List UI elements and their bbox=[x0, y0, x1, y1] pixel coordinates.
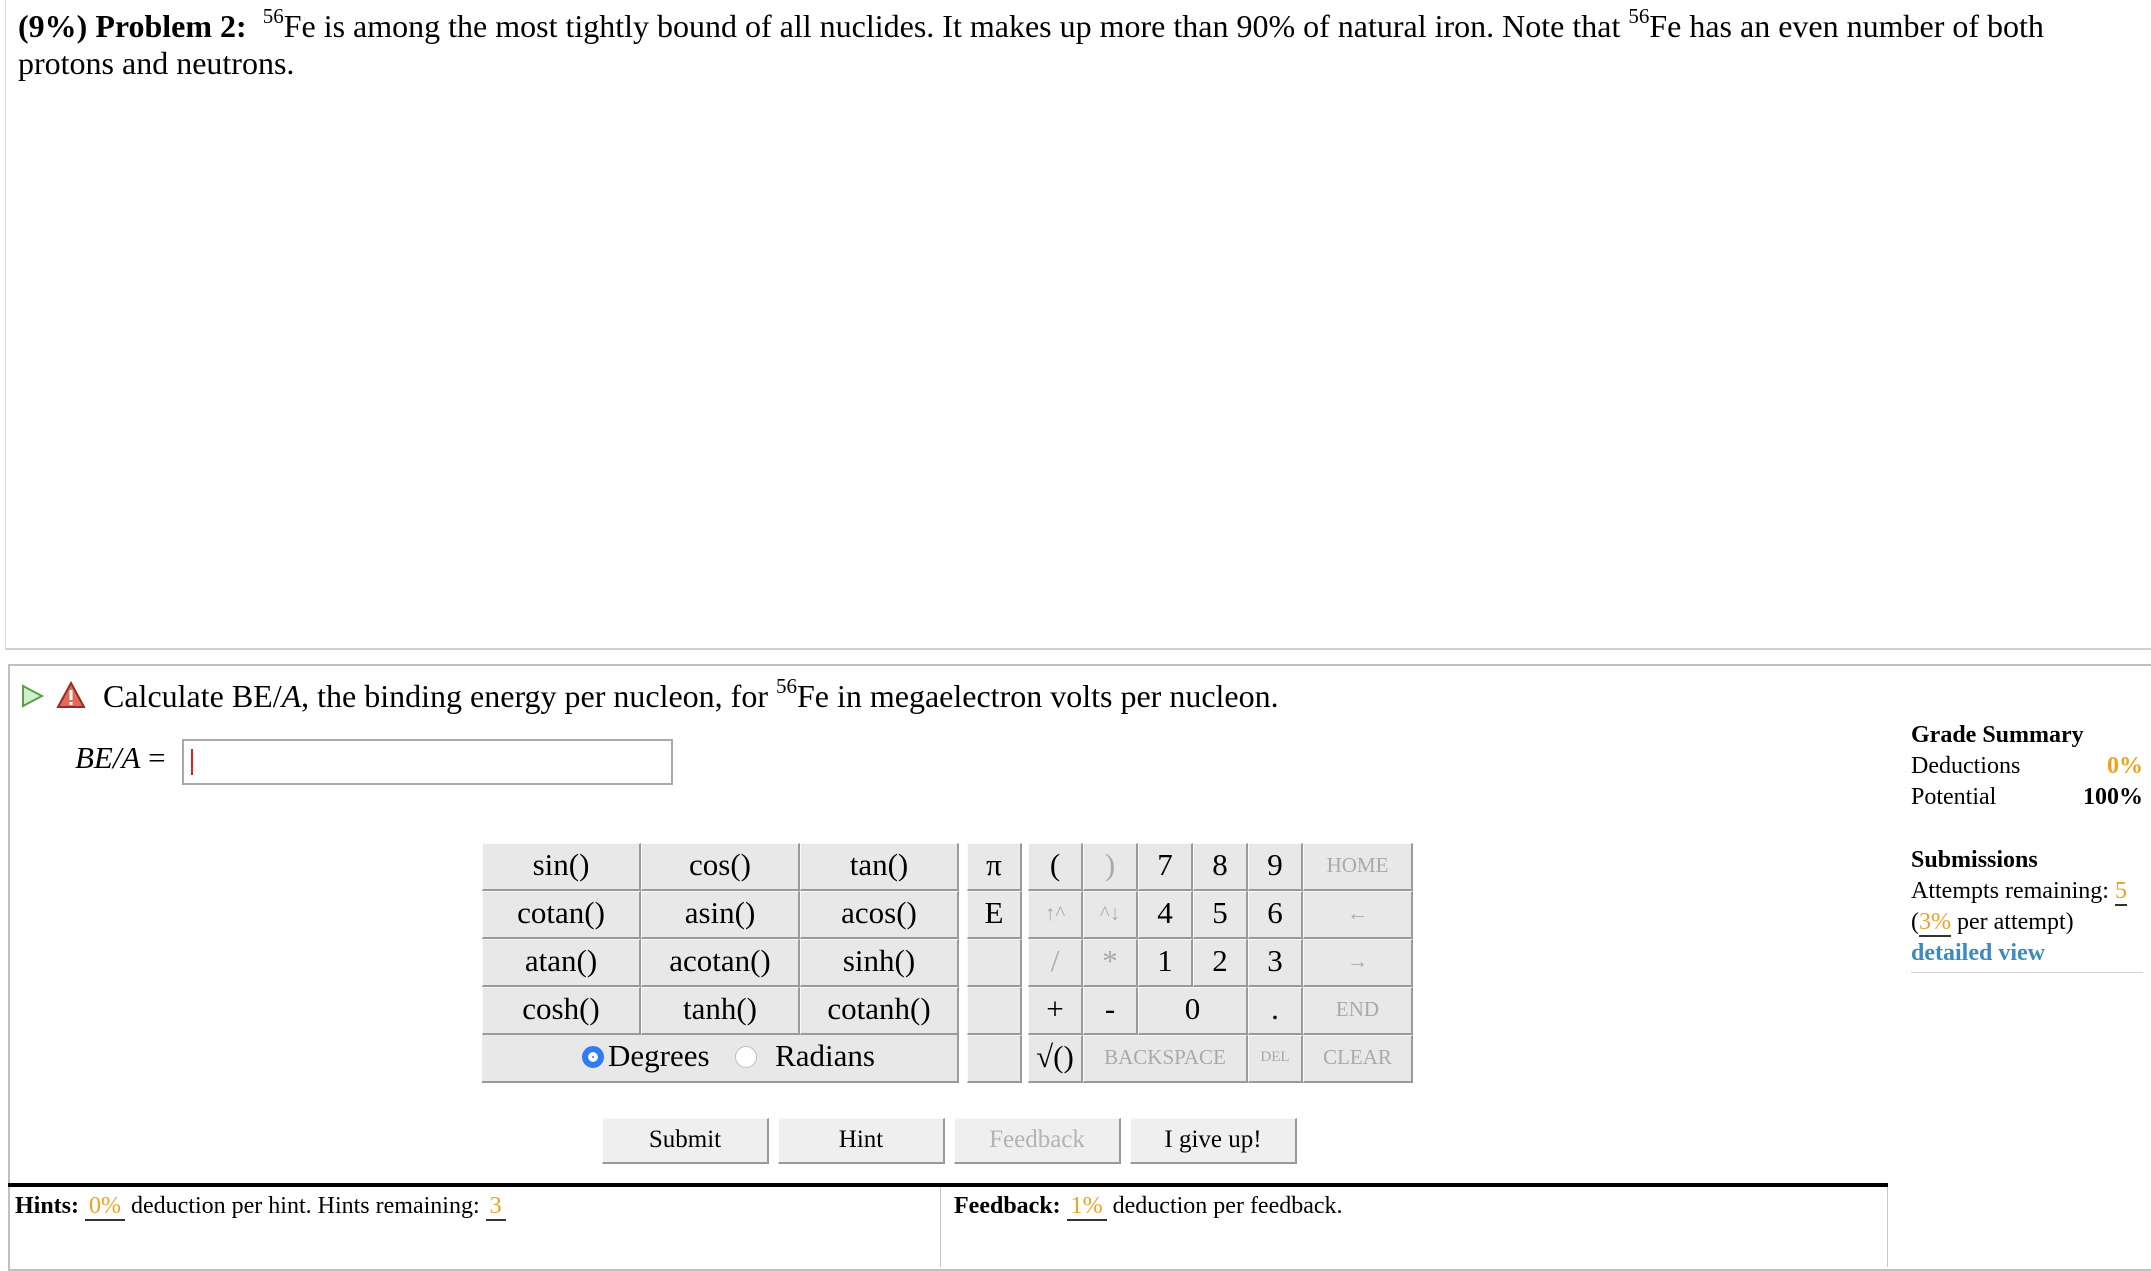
submissions-title: Submissions bbox=[1911, 847, 2038, 873]
info-divider bbox=[940, 1187, 941, 1267]
per-attempt-text: per attempt) bbox=[1951, 909, 2074, 935]
deductions-value: 0% bbox=[2107, 753, 2143, 779]
submit-button[interactable]: Submit bbox=[602, 1118, 769, 1164]
key-up-caret[interactable]: ↑^ bbox=[1028, 891, 1083, 939]
warning-icon bbox=[56, 681, 86, 708]
key-cotan[interactable]: cotan() bbox=[482, 891, 641, 939]
key-open-paren[interactable]: ( bbox=[1028, 843, 1083, 891]
per-attempt-pct: 3% bbox=[1919, 909, 1951, 937]
key-cos[interactable]: cos() bbox=[641, 843, 800, 891]
key-star[interactable]: * bbox=[1083, 939, 1138, 987]
key-0[interactable]: 0 bbox=[1138, 987, 1248, 1035]
hints-text: deduction per hint. Hints remaining: bbox=[125, 1193, 486, 1219]
answer-label: BE/A = bbox=[75, 740, 166, 776]
key-e[interactable]: E bbox=[967, 891, 1022, 939]
end-button[interactable]: END bbox=[1303, 987, 1413, 1035]
question-text-1: Calculate BE/ bbox=[103, 678, 282, 714]
text-caret bbox=[191, 749, 193, 775]
key-sqrt[interactable]: √() bbox=[1028, 1035, 1083, 1083]
detailed-view-link[interactable]: detailed view bbox=[1911, 938, 2143, 969]
question-text: Calculate BE/A, the binding energy per n… bbox=[103, 672, 1279, 720]
question-sup: 56 bbox=[775, 674, 797, 698]
question-text-3: Fe in megaelectron volts per nucleon. bbox=[796, 678, 1279, 714]
hints-info: Hints: 0% deduction per hint. Hints rema… bbox=[15, 1193, 506, 1221]
give-up-button[interactable]: I give up! bbox=[1130, 1118, 1297, 1164]
radians-radio[interactable] bbox=[735, 1046, 758, 1068]
key-acotan[interactable]: acotan() bbox=[641, 939, 800, 987]
key-3[interactable]: 3 bbox=[1248, 939, 1303, 987]
key-blank-2 bbox=[967, 987, 1022, 1035]
problem-label: Problem 2: bbox=[95, 8, 247, 44]
key-sinh[interactable]: sinh() bbox=[800, 939, 959, 987]
attempts-value: 5 bbox=[2114, 878, 2127, 906]
attempts-label: Attempts remaining: bbox=[1911, 878, 2115, 904]
key-4[interactable]: 4 bbox=[1138, 891, 1193, 939]
key-cosh[interactable]: cosh() bbox=[482, 987, 641, 1035]
submissions-divider bbox=[1911, 972, 2143, 973]
left-arrow-button[interactable]: ← bbox=[1303, 891, 1413, 939]
key-blank-3 bbox=[967, 1035, 1022, 1083]
hints-remaining: 3 bbox=[485, 1193, 506, 1221]
key-cotanh[interactable]: cotanh() bbox=[800, 987, 959, 1035]
potential-label: Potential bbox=[1911, 784, 1997, 810]
problem-sup-2: 56 bbox=[1628, 4, 1650, 28]
key-plus[interactable]: + bbox=[1028, 987, 1083, 1035]
submissions-panel: Submissions Attempts remaining: 5 (3% pe… bbox=[1911, 845, 2143, 973]
potential-value: 100% bbox=[2083, 784, 2143, 810]
home-button[interactable]: HOME bbox=[1303, 843, 1413, 891]
feedback-deduction: 1% bbox=[1066, 1193, 1107, 1221]
problem-text-1: Fe is among the most tightly bound of al… bbox=[283, 8, 1629, 44]
problem-percent: (9%) bbox=[18, 8, 88, 44]
key-8[interactable]: 8 bbox=[1193, 843, 1248, 891]
deductions-label: Deductions bbox=[1911, 753, 2021, 779]
radians-label: Radians bbox=[775, 1038, 875, 1073]
key-atan[interactable]: atan() bbox=[482, 939, 641, 987]
backspace-button[interactable]: BACKSPACE bbox=[1083, 1035, 1248, 1083]
feedback-info: Feedback: 1% deduction per feedback. bbox=[954, 1193, 1343, 1221]
feedback-label: Feedback: bbox=[954, 1193, 1061, 1219]
hints-label: Hints: bbox=[15, 1193, 80, 1219]
question-text-2: , the binding energy per nucleon, for bbox=[301, 678, 776, 714]
grade-summary-title: Grade Summary bbox=[1911, 722, 2084, 748]
key-tanh[interactable]: tanh() bbox=[641, 987, 800, 1035]
key-down-caret[interactable]: ^↓ bbox=[1083, 891, 1138, 939]
right-arrow-button[interactable]: → bbox=[1303, 939, 1413, 987]
key-minus[interactable]: - bbox=[1083, 987, 1138, 1035]
feedback-button[interactable]: Feedback bbox=[954, 1118, 1121, 1164]
key-blank-1 bbox=[967, 939, 1022, 987]
clear-button[interactable]: CLEAR bbox=[1303, 1035, 1413, 1083]
key-tan[interactable]: tan() bbox=[800, 843, 959, 891]
degrees-label: Degrees bbox=[608, 1038, 710, 1073]
key-6[interactable]: 6 bbox=[1248, 891, 1303, 939]
key-sin[interactable]: sin() bbox=[482, 843, 641, 891]
del-button[interactable]: DEL bbox=[1248, 1035, 1303, 1083]
answer-input[interactable] bbox=[182, 739, 673, 785]
hint-button[interactable]: Hint bbox=[778, 1118, 945, 1164]
key-asin[interactable]: asin() bbox=[641, 891, 800, 939]
key-9[interactable]: 9 bbox=[1248, 843, 1303, 891]
per-attempt-open: ( bbox=[1911, 909, 1919, 935]
key-5[interactable]: 5 bbox=[1193, 891, 1248, 939]
problem-panel bbox=[5, 0, 2151, 650]
key-7[interactable]: 7 bbox=[1138, 843, 1193, 891]
answer-equals: = bbox=[140, 740, 166, 775]
key-close-paren[interactable]: ) bbox=[1083, 843, 1138, 891]
key-1[interactable]: 1 bbox=[1138, 939, 1193, 987]
feedback-text: deduction per feedback. bbox=[1106, 1193, 1343, 1219]
problem-statement: (9%) Problem 2: 56Fe is among the most t… bbox=[18, 6, 2128, 82]
info-divider-right bbox=[1887, 1187, 1888, 1267]
key-decimal[interactable]: . bbox=[1248, 987, 1303, 1035]
question-italic-a: A bbox=[281, 678, 302, 714]
key-acos[interactable]: acos() bbox=[800, 891, 959, 939]
key-slash[interactable]: / bbox=[1028, 939, 1083, 987]
degrees-radio[interactable] bbox=[582, 1046, 604, 1068]
expand-play-icon[interactable] bbox=[18, 682, 46, 710]
answer-label-text: BE/A bbox=[75, 740, 141, 775]
problem-sup-1: 56 bbox=[262, 4, 284, 28]
key-2[interactable]: 2 bbox=[1193, 939, 1248, 987]
hints-deduction: 0% bbox=[85, 1193, 126, 1221]
key-pi[interactable]: π bbox=[967, 843, 1022, 891]
grade-summary: Grade Summary Deductions 0% Potential 10… bbox=[1911, 720, 2143, 813]
angle-mode-group: Degrees Radians bbox=[482, 1035, 959, 1083]
